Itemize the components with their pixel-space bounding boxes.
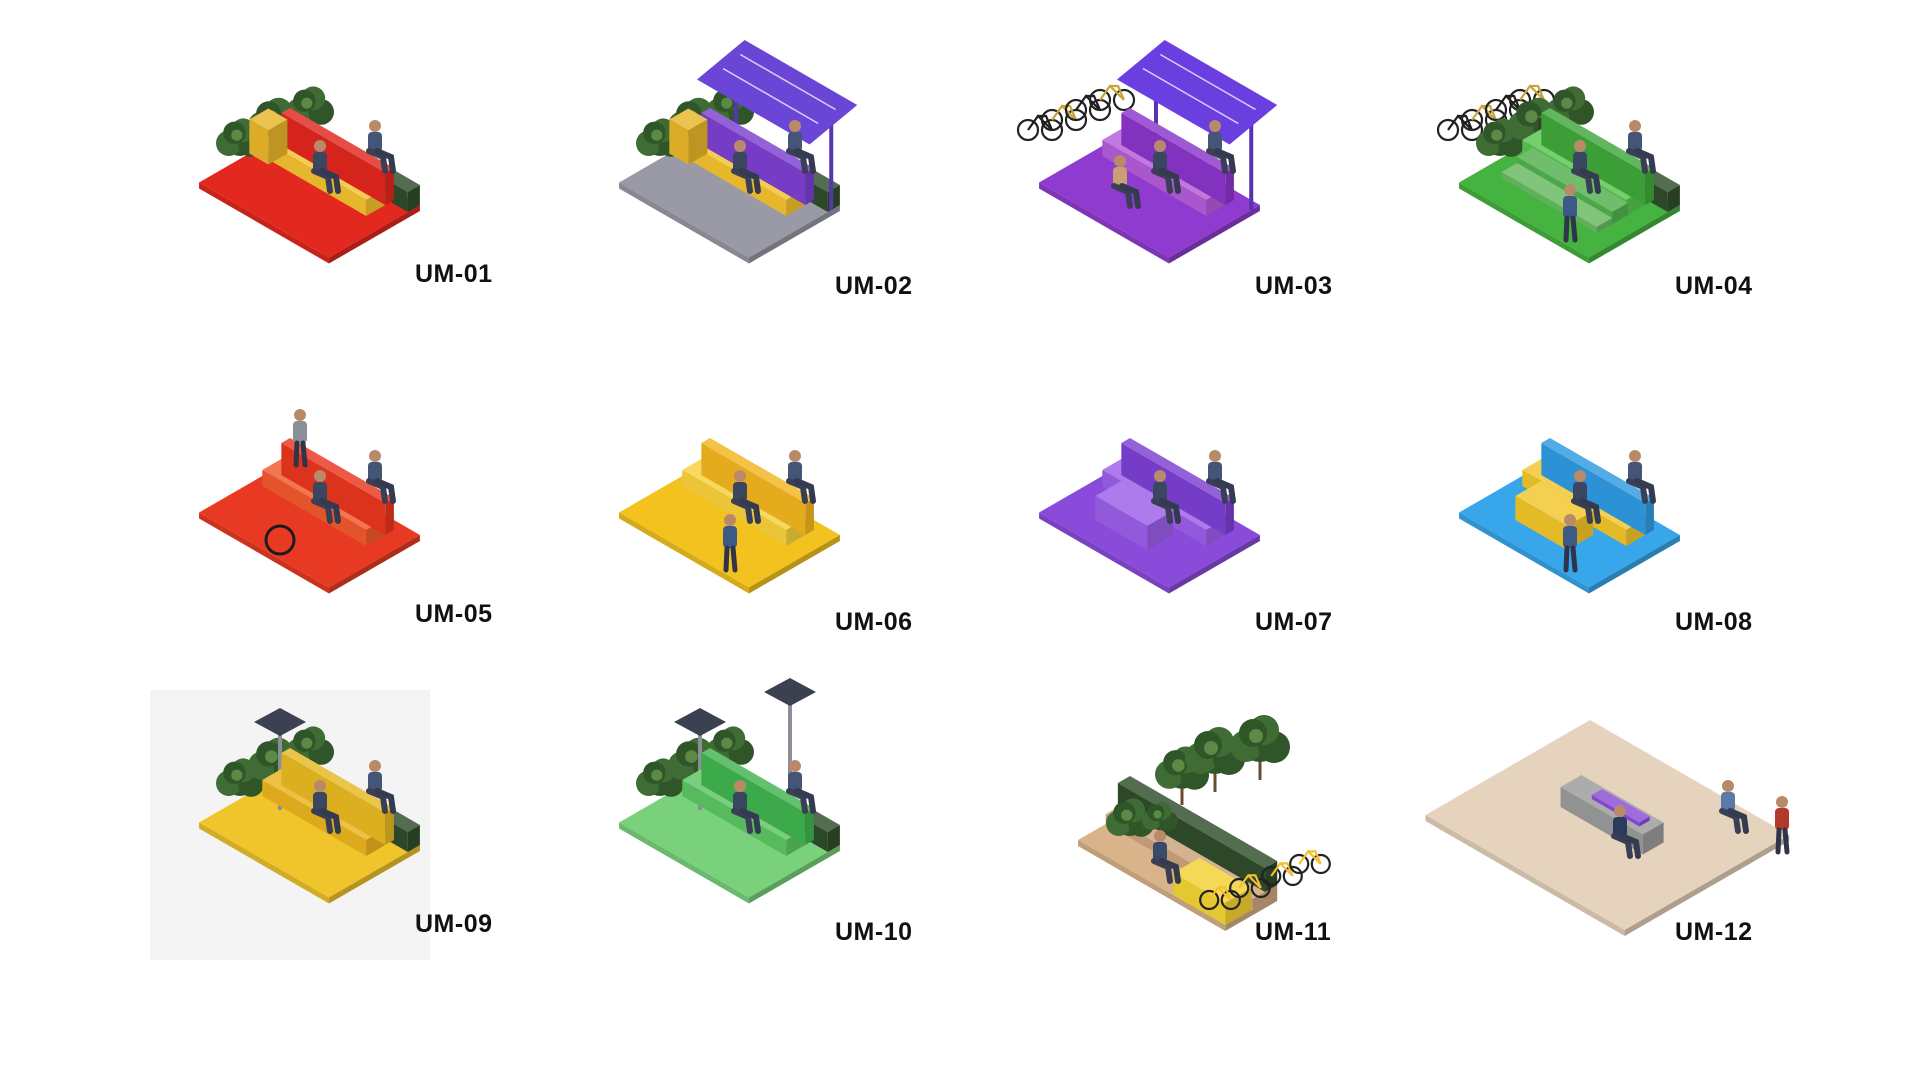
module-illustration bbox=[150, 690, 430, 960]
module-code-label: UM-04 bbox=[1675, 272, 1753, 300]
module-code-label: UM-08 bbox=[1675, 608, 1753, 636]
module-code-label: UM-12 bbox=[1675, 918, 1753, 946]
module-tile: UM-10 bbox=[590, 678, 970, 960]
side-box bbox=[249, 108, 288, 165]
bicycle bbox=[1016, 114, 1064, 142]
module-tile: UM-05 bbox=[170, 390, 550, 650]
module-code-label: UM-06 bbox=[835, 608, 913, 636]
module-illustration bbox=[199, 409, 420, 594]
module-tile: UM-09 bbox=[150, 690, 550, 960]
module-code-label: UM-07 bbox=[1255, 608, 1333, 636]
module-illustration bbox=[1078, 715, 1331, 931]
module-illustration bbox=[619, 438, 840, 594]
module-illustration bbox=[1039, 438, 1260, 594]
module-tile: UM-07 bbox=[1010, 390, 1390, 650]
module-code-label: UM-02 bbox=[835, 272, 913, 300]
module-code-label: UM-10 bbox=[835, 918, 913, 946]
module-tile: UM-12 bbox=[1425, 700, 1810, 960]
module-tile: UM-01 bbox=[170, 60, 550, 320]
module-tile: UM-11 bbox=[1010, 700, 1390, 960]
module-tile: UM-04 bbox=[1430, 60, 1810, 320]
module-illustration bbox=[619, 678, 840, 904]
module-code-label: UM-05 bbox=[415, 600, 493, 628]
side-box bbox=[669, 108, 708, 165]
tree-canopy bbox=[1230, 715, 1290, 763]
module-illustration bbox=[1459, 438, 1680, 594]
module-code-label: UM-03 bbox=[1255, 272, 1333, 300]
bicycle bbox=[1289, 849, 1331, 875]
module-tile: UM-08 bbox=[1430, 390, 1810, 650]
module-tile: UM-02 bbox=[590, 40, 970, 320]
module-tile: UM-03 bbox=[1010, 40, 1390, 320]
module-grid: UM-01 UM-02 UM-03 UM-04 UM-05 UM-06 UM-07 UM-08… bbox=[0, 0, 1920, 1080]
module-tile: UM-06 bbox=[590, 390, 970, 650]
module-illustration bbox=[619, 40, 858, 264]
module-illustration bbox=[199, 86, 420, 264]
bicycle bbox=[1436, 114, 1484, 142]
module-code-label: UM-01 bbox=[415, 260, 493, 288]
module-illustration bbox=[1436, 84, 1680, 264]
module-code-label: UM-11 bbox=[1255, 918, 1332, 946]
module-code-label: UM-09 bbox=[415, 910, 493, 938]
module-illustration bbox=[1016, 40, 1278, 264]
module-illustration bbox=[1425, 720, 1790, 936]
